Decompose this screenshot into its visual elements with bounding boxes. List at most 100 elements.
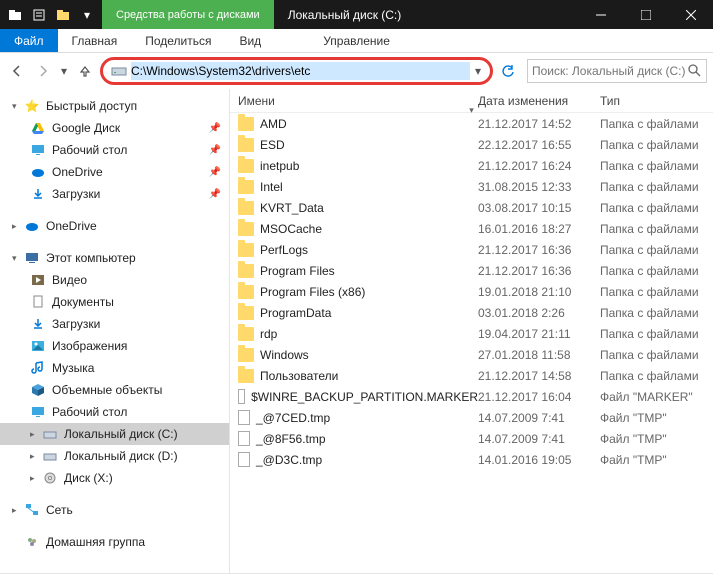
sidebar-onedrive[interactable]: OneDrive📌 [0,161,229,183]
search-box[interactable] [527,59,707,83]
sidebar-downloads2[interactable]: Загрузки [0,313,229,335]
file-name: _@8F56.tmp [256,432,326,446]
ribbon-tab-file[interactable]: Файл [0,29,58,52]
documents-icon [30,294,46,310]
sidebar-disk-x[interactable]: ▸Диск (X:) [0,467,229,489]
sidebar-documents[interactable]: Документы [0,291,229,313]
file-row[interactable]: _@D3C.tmp14.01.2016 19:05Файл "TMP" [230,449,713,470]
file-type: Папка с файлами [600,180,713,194]
file-row[interactable]: ProgramData03.01.2018 2:26Папка с файлам… [230,302,713,323]
explorer-icon[interactable] [8,8,22,22]
file-row[interactable]: Program Files21.12.2017 16:36Папка с фай… [230,260,713,281]
sidebar-images[interactable]: Изображения [0,335,229,357]
pin-icon: 📌 [209,145,221,156]
ribbon-tab-manage[interactable]: Управление [309,29,404,52]
sidebar-disk-c[interactable]: ▸Локальный диск (C:) [0,423,229,445]
file-date: 27.01.2018 11:58 [478,348,600,362]
recent-locations-button[interactable]: ▾ [58,60,70,82]
sidebar-desktop[interactable]: Рабочий стол📌 [0,139,229,161]
sidebar-label: Загрузки [52,187,205,201]
sidebar-music[interactable]: Музыка [0,357,229,379]
file-row[interactable]: Program Files (x86)19.01.2018 21:10Папка… [230,281,713,302]
file-row[interactable]: Пользователи21.12.2017 14:58Папка с файл… [230,365,713,386]
file-name: MSOCache [260,222,322,236]
file-icon [238,389,245,404]
address-dropdown-icon[interactable]: ▾ [470,64,486,78]
file-type: Папка с файлами [600,138,713,152]
properties-icon[interactable] [32,8,46,22]
sidebar-network[interactable]: ▸Сеть [0,499,229,521]
up-button[interactable] [74,60,96,82]
column-header-type[interactable]: Тип [600,94,713,108]
address-input[interactable] [131,62,470,80]
folder-icon [238,138,254,152]
gdrive-icon [30,120,46,136]
file-row[interactable]: _@7CED.tmp14.07.2009 7:41Файл "TMP" [230,407,713,428]
file-row[interactable]: ESD 22.12.2017 16:55Папка с файлами [230,134,713,155]
file-row[interactable]: _@8F56.tmp14.07.2009 7:41Файл "TMP" [230,428,713,449]
desktop-icon [30,404,46,420]
file-row[interactable]: AMD21.12.2017 14:52Папка с файлами [230,113,713,134]
file-name: inetpub [260,159,299,173]
folder-icon [238,159,254,173]
column-header-name[interactable]: Имени [238,94,478,108]
folder-icon [238,180,254,194]
sidebar-homegroup[interactable]: Домашняя группа [0,531,229,553]
qat-dropdown-icon[interactable]: ▾ [80,8,94,22]
titlebar: ▾ Средства работы с дисками Локальный ди… [0,0,713,29]
address-bar[interactable]: ▾ [100,57,493,85]
ribbon-tab-home[interactable]: Главная [58,29,132,52]
file-row[interactable]: Windows27.01.2018 11:58Папка с файлами [230,344,713,365]
folder-icon [238,285,254,299]
search-icon[interactable] [687,63,702,79]
file-row[interactable]: MSOCache16.01.2016 18:27Папка с файлами [230,218,713,239]
new-folder-icon[interactable] [56,8,70,22]
refresh-button[interactable] [497,60,519,82]
maximize-button[interactable] [623,0,668,29]
file-date: 21.12.2017 16:36 [478,264,600,278]
column-header-date[interactable]: Дата изменения [478,94,600,108]
column-headers: Имени Дата изменения Тип ▾ [230,89,713,113]
file-type: Папка с файлами [600,243,713,257]
folder-icon [238,117,254,131]
file-row[interactable]: $WINRE_BACKUP_PARTITION.MARKER21.12.2017… [230,386,713,407]
contextual-tab-drive-tools[interactable]: Средства работы с дисками [102,0,274,29]
search-input[interactable] [532,64,687,78]
file-date: 22.12.2017 16:55 [478,138,600,152]
close-button[interactable] [668,0,713,29]
sidebar-quick-access[interactable]: ▾⭐Быстрый доступ [0,95,229,117]
file-row[interactable]: rdp19.04.2017 21:11Папка с файлами [230,323,713,344]
sidebar-video[interactable]: Видео [0,269,229,291]
back-button[interactable] [6,60,28,82]
file-list-pane: Имени Дата изменения Тип ▾ AMD21.12.2017… [230,89,713,573]
ribbon-tab-view[interactable]: Вид [225,29,275,52]
file-row[interactable]: KVRT_Data03.08.2017 10:15Папка с файлами [230,197,713,218]
sidebar-desktop2[interactable]: Рабочий стол [0,401,229,423]
folder-icon [238,348,254,362]
file-name: Windows [260,348,309,362]
folder-icon [238,222,254,236]
file-row[interactable]: PerfLogs21.12.2017 16:36Папка с файлами [230,239,713,260]
sidebar-onedrive-root[interactable]: ▸OneDrive [0,215,229,237]
file-row[interactable]: inetpub21.12.2017 16:24Папка с файлами [230,155,713,176]
cloud-icon [24,218,40,234]
file-row[interactable]: Intel31.08.2015 12:33Папка с файлами [230,176,713,197]
file-date: 21.12.2017 14:58 [478,369,600,383]
file-name: PerfLogs [260,243,308,257]
file-name: Program Files [260,264,335,278]
minimize-button[interactable] [578,0,623,29]
sidebar-label: Рабочий стол [52,405,221,419]
folder-icon [238,201,254,215]
file-name: ESD [260,138,285,152]
sidebar-label: Этот компьютер [46,251,221,265]
sidebar-label: Музыка [52,361,221,375]
file-date: 03.08.2017 10:15 [478,201,600,215]
sidebar-google-drive[interactable]: Google Диск📌 [0,117,229,139]
sidebar-this-pc[interactable]: ▾Этот компьютер [0,247,229,269]
drive-icon [42,426,58,442]
sidebar-3d-objects[interactable]: Объемные объекты [0,379,229,401]
sidebar-disk-d[interactable]: ▸Локальный диск (D:) [0,445,229,467]
forward-button[interactable] [32,60,54,82]
ribbon-tab-share[interactable]: Поделиться [131,29,225,52]
sidebar-downloads[interactable]: Загрузки📌 [0,183,229,205]
